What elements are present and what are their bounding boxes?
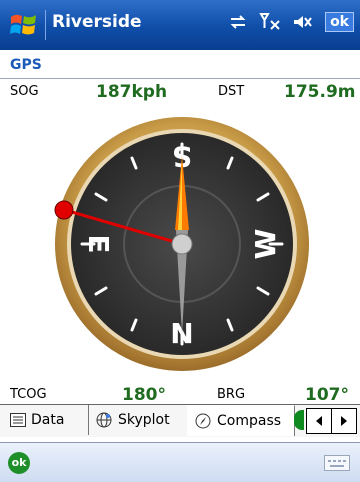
list-icon [10,413,26,427]
title-separator [45,10,46,40]
arrow-left-icon [316,416,322,426]
app-title: Riverside [52,12,142,32]
compass-icon [195,413,211,429]
network-icon[interactable] [229,13,247,31]
tab-strip: Data Skyplot Compass [0,404,360,437]
compass-dial[interactable]: S E W N [0,80,360,380]
tab-data[interactable]: Data [0,405,89,435]
gps-label[interactable]: GPS [10,57,42,73]
tcog-label: TCOG [10,387,47,402]
tab-compass-label: Compass [217,413,282,429]
windows-logo-icon[interactable] [8,9,40,41]
brg-value: 107° [305,385,349,405]
ok-button[interactable]: ok [325,12,354,32]
bearing-marker-icon[interactable] [54,200,74,220]
gps-menu-bar: GPS [0,50,360,79]
tcog-value: 180° [122,385,166,405]
title-bar: Riverside ok [0,0,360,50]
brg-label: BRG [217,387,246,402]
tab-data-label: Data [31,412,65,428]
compass-panel: SOG 187kph DST 175.9m E W TCOG 180° BRG … [0,80,360,405]
cardinal-left: E [82,234,115,253]
needle-hub [171,233,193,255]
tab-scroll-right-button[interactable] [331,408,357,434]
bottom-bar: ok [0,442,360,482]
arrow-right-icon [341,416,347,426]
globe-icon [96,412,112,428]
signal-icon[interactable] [259,12,281,32]
cardinal-right: W [249,228,282,259]
tab-skyplot[interactable]: Skyplot [88,405,188,435]
ok-round-button[interactable]: ok [8,452,30,474]
status-tray: ok [229,12,354,32]
volume-muted-icon[interactable] [293,13,313,31]
keyboard-icon[interactable] [324,455,350,471]
tab-skyplot-label: Skyplot [118,412,170,428]
tab-partial-hidden[interactable] [294,405,306,435]
tab-scroll-left-button[interactable] [306,408,332,434]
tab-compass[interactable]: Compass [187,405,295,436]
